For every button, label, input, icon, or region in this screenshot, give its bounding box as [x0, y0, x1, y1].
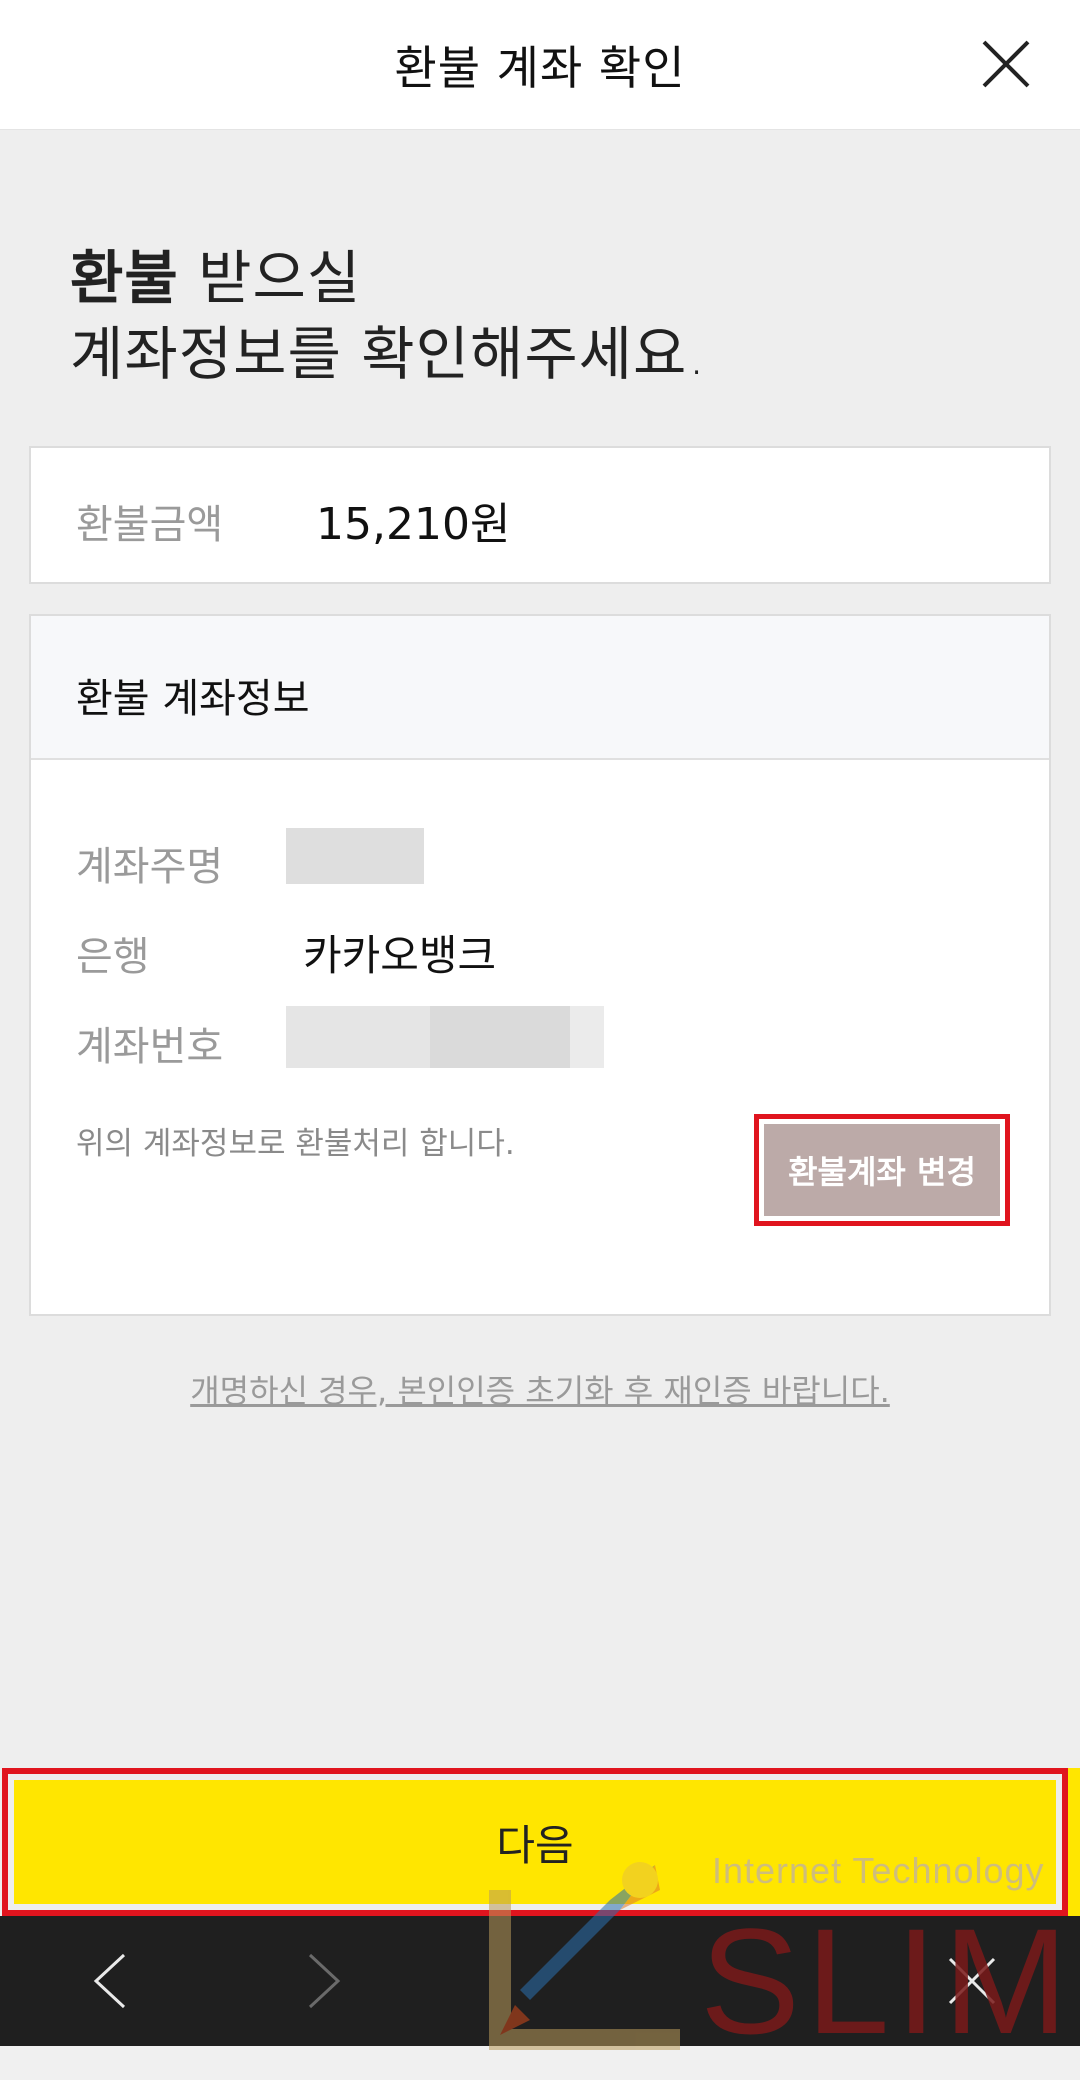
account-number-redacted: [570, 1006, 604, 1068]
account-info-card: 환불 계좌정보 계좌주명 은행 카카오뱅크 계좌번호 위의 계좌정보로 환불처리…: [29, 614, 1051, 1316]
heading-line-1: 환불 받으실: [70, 240, 707, 316]
account-info-title: 환불 계좌정보: [76, 676, 310, 722]
account-info-header: 환불 계좌정보: [31, 616, 1049, 760]
forward-icon: [308, 1953, 341, 2009]
account-number-redacted: [430, 1006, 570, 1068]
account-number-label: 계좌번호: [76, 1024, 224, 1070]
back-icon: [93, 1953, 126, 2009]
forward-button[interactable]: [284, 1941, 364, 2021]
header: 환불 계좌 확인: [0, 0, 1080, 130]
next-button-edge: [1068, 1768, 1080, 1916]
account-holder-label: 계좌주명: [76, 844, 224, 890]
refund-notice: 위의 계좌정보로 환불처리 합니다.: [76, 1126, 515, 1162]
close-button[interactable]: [976, 34, 1036, 94]
heading: 환불 받으실 계좌정보를 확인해주세요.: [70, 240, 707, 392]
heading-line-2: 계좌정보를 확인해주세요.: [70, 320, 707, 388]
refund-amount-label: 환불금액: [76, 502, 224, 548]
rename-reauth-link[interactable]: 개명하신 경우, 본인인증 초기화 후 재인증 바랍니다.: [0, 1366, 1080, 1412]
watermark-brand: SLIM: [700, 1897, 1075, 2065]
back-button[interactable]: [70, 1941, 150, 2021]
account-number-redacted: [286, 1006, 430, 1068]
bank-value: 카카오뱅크: [303, 931, 497, 980]
heading-bold: 환불: [70, 244, 179, 312]
bank-label: 은행: [76, 934, 150, 980]
change-button-highlight: 환불계좌 변경: [754, 1114, 1010, 1226]
refund-amount-card: 환불금액 15,210원: [29, 446, 1051, 584]
watermark-rocket-icon: [489, 1862, 680, 2050]
page: 환불 계좌 확인 환불 받으실 계좌정보를 확인해주세요. 환불금액 15,21…: [0, 0, 1080, 2080]
watermark-tagline: Internet Technology: [712, 1850, 1045, 1891]
refund-amount-value: 15,210원: [316, 499, 511, 550]
close-icon: [982, 40, 1030, 88]
change-refund-account-button[interactable]: 환불계좌 변경: [764, 1124, 1000, 1216]
page-title: 환불 계좌 확인: [394, 40, 686, 95]
heading-line-1-rest: 받으실: [178, 244, 362, 312]
account-holder-redacted: [286, 828, 424, 884]
